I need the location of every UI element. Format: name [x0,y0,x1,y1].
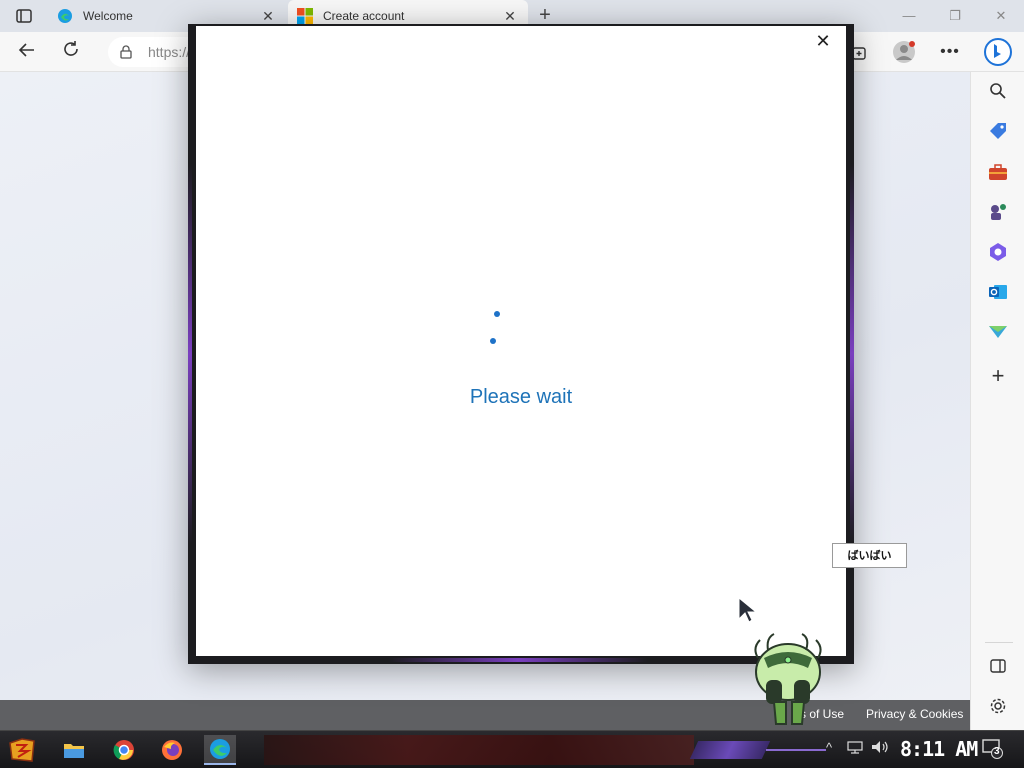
bing-chat-button[interactable] [982,36,1014,68]
firefox-icon [162,740,182,760]
more-dots-icon: ••• [940,43,960,60]
profile-button[interactable] [892,40,916,64]
loading-spinner-dot [490,338,496,344]
drop-send-icon[interactable] [987,321,1009,343]
close-window-button[interactable]: ✕ [978,0,1024,32]
lock-icon [120,45,132,59]
tray-expand-icon[interactable]: ^ [826,740,832,755]
back-arrow-icon [18,43,34,57]
volume-icon[interactable] [871,740,889,757]
edge-icon [57,8,73,24]
taskbar-clock[interactable]: 8:11 AM [900,737,978,761]
tab-close-button[interactable]: ✕ [498,8,522,25]
taskbar: ^ 8:11 AM 3 [0,730,1024,768]
loading-spinner-dot [494,311,500,317]
tools-briefcase-icon[interactable] [987,161,1009,183]
tab-actions-icon [16,9,32,23]
new-tab-button[interactable]: + [534,4,556,26]
minimize-button[interactable]: — [886,0,932,32]
bing-icon [984,38,1012,66]
refresh-icon [64,41,78,56]
tab-close-button[interactable]: ✕ [256,8,280,25]
taskbar-decoration [689,741,771,759]
edge-sidebar: + [970,72,1024,730]
settings-icon[interactable] [987,695,1009,717]
firefox-button[interactable] [156,735,188,765]
shopping-tag-icon[interactable] [987,120,1009,142]
add-icon[interactable]: + [987,365,1009,387]
file-explorer-icon [64,744,84,758]
avatar-icon [893,41,915,63]
microsoft-logo-icon [297,8,313,24]
mouse-cursor-icon [738,597,758,623]
please-wait-text: Please wait [469,386,573,408]
games-icon[interactable] [987,201,1009,223]
url-text: https:// [148,44,191,60]
desktop-mascot-icon [754,633,822,725]
tooltip: ばいばい [832,543,907,568]
microsoft-365-icon[interactable] [987,241,1009,263]
notification-icon [982,739,1003,759]
notification-count-badge: 3 [994,746,1000,757]
refresh-button[interactable] [58,40,84,64]
more-options-button[interactable]: ••• [938,40,962,64]
tab-title: Welcome [83,9,133,23]
search-icon[interactable] [987,80,1009,102]
chrome-button[interactable] [108,735,140,765]
restore-button[interactable]: ❐ [932,0,978,32]
taskbar-decoration [766,749,826,751]
file-explorer-button[interactable] [58,735,90,765]
sidebar-divider [985,642,1013,643]
tab-actions-button[interactable] [12,6,36,26]
dialog-glow [388,658,648,662]
edge-taskbar-button[interactable] [204,735,236,765]
back-button[interactable] [14,40,40,64]
chrome-icon [113,740,134,760]
start-button[interactable] [6,735,38,765]
outlook-icon[interactable] [987,281,1009,303]
create-account-dialog: ✕ Please wait [196,26,846,656]
start-icon [9,738,35,762]
taskbar-decoration [264,735,694,765]
tab-title: Create account [323,9,405,23]
privacy-cookies-link[interactable]: Privacy & Cookies [866,707,963,721]
dialog-close-button[interactable]: ✕ [812,30,834,52]
notification-center-button[interactable]: 3 [982,739,1004,759]
network-icon[interactable] [847,740,863,757]
sidebar-toggle-icon[interactable] [987,655,1009,677]
edge-icon [210,739,230,759]
